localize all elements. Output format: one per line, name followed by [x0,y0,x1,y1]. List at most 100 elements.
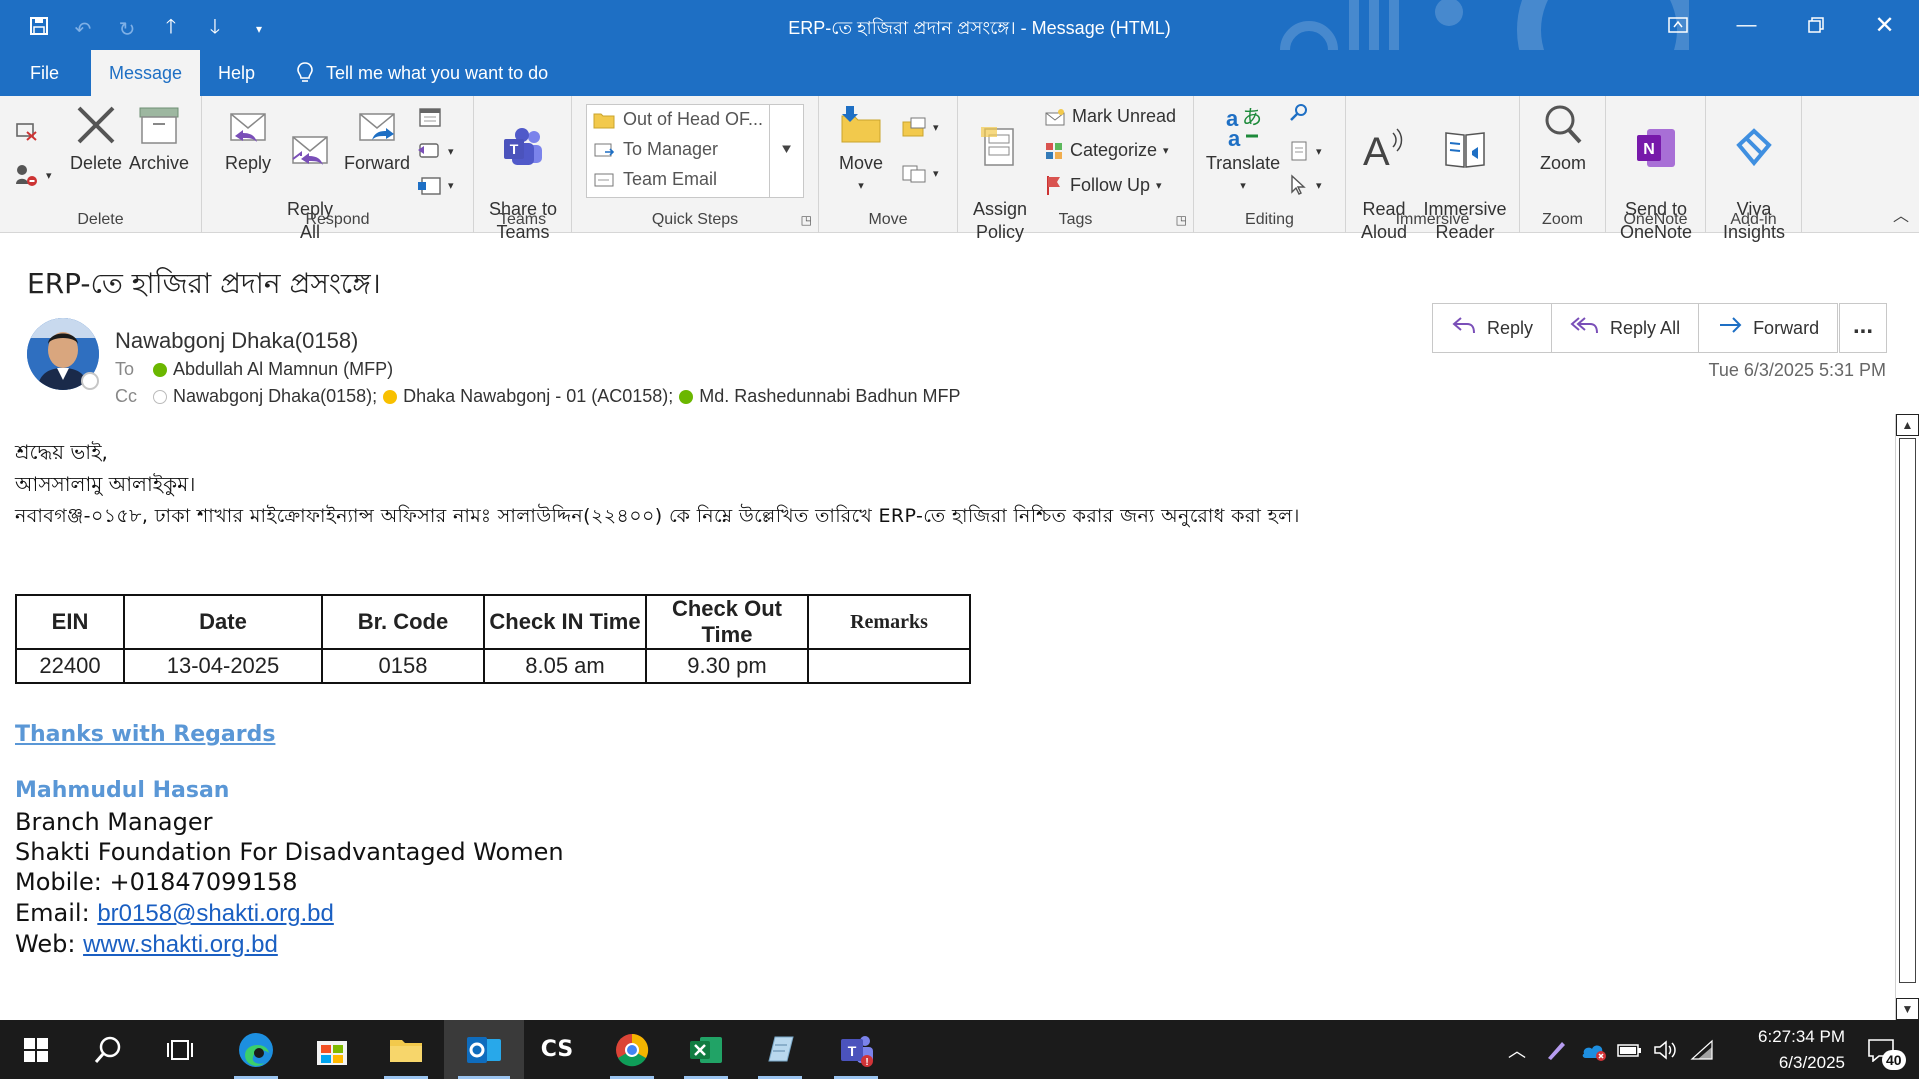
zoom-button[interactable]: Zoom [1530,102,1596,175]
web-link[interactable]: www.shakti.org.bd [83,931,278,958]
chrome-icon[interactable] [596,1020,668,1079]
scroll-thumb[interactable] [1899,438,1916,983]
battery-icon[interactable] [1616,1020,1642,1079]
quick-step-team-email[interactable]: Team Email [593,169,717,190]
categorize-button[interactable]: Categorize ▾ [1044,140,1169,161]
table-header-row: EIN Date Br. Code Check IN Time Check Ou… [15,594,971,650]
wifi-icon[interactable] [1690,1020,1714,1079]
tab-help[interactable]: Help [200,50,273,96]
collapse-ribbon-icon[interactable]: ︿ [1893,202,1909,226]
translate-button[interactable]: aあa Translate ▾ [1204,102,1282,198]
delete-button[interactable]: Delete [68,102,124,175]
magnifier-icon [1545,105,1582,144]
group-editing-label: Editing [1245,211,1294,228]
quick-steps-gallery: Out of Head OF... To Manager Team Email … [586,104,804,198]
scroll-up-icon[interactable]: ▲ [1896,414,1919,436]
minimize-icon[interactable]: — [1712,0,1781,50]
reply-arrow-icon [1451,314,1477,342]
outlook-icon[interactable] [444,1020,524,1079]
meeting-reply-button[interactable] [418,106,442,128]
reply-label: Reply [1487,317,1534,338]
cs-app-icon[interactable]: CS [520,1020,594,1079]
cc-recipient[interactable]: Md. Rashedunnabi Badhun MFP [699,386,960,407]
onedrive-icon[interactable] [1580,1020,1608,1079]
scroll-down-icon[interactable]: ▼ [1896,998,1919,1020]
show-hidden-icons-icon[interactable]: ︿ [1508,1020,1526,1079]
more-respond-button[interactable]: ▾ [416,174,454,196]
ignore-icon [16,123,37,141]
reply-all-icon [292,136,328,165]
archive-button[interactable]: Archive [128,102,190,175]
cc-recipient[interactable]: Dhaka Nawabgonj - 01 (AC0158); [403,386,673,407]
edge-icon[interactable] [220,1020,292,1079]
group-onenote-label: OneNote [1623,211,1688,228]
quick-step-to-manager[interactable]: To Manager [593,139,718,160]
email-link[interactable]: br0158@shakti.org.bd [97,900,334,927]
reply-label: Reply [224,153,272,173]
store-icon[interactable] [296,1020,368,1079]
quick-steps-more-icon[interactable]: ⯆ [769,105,803,197]
task-view-icon[interactable] [144,1020,216,1079]
mark-unread-button[interactable]: Mark Unread [1044,106,1176,127]
teams-icon[interactable]: T! [820,1020,892,1079]
forward-mail-icon [594,143,615,156]
reply-all-button[interactable]: Reply All [1552,304,1700,352]
viva-insights-icon [1736,128,1772,167]
ribbon-display-icon[interactable] [1643,0,1712,50]
start-icon[interactable] [0,1020,72,1079]
forward-button[interactable]: Forward [1699,304,1837,352]
cc-recipient[interactable]: Nawabgonj Dhaka(0158); [173,386,377,407]
vertical-scrollbar[interactable]: ▲ ▼ [1895,414,1919,1020]
svg-text:!: ! [865,1057,868,1067]
actions-button[interactable]: ▾ [901,162,939,184]
group-delete-label: Delete [77,211,124,228]
table-cell-check-in: 8.05 am [483,648,647,684]
clock[interactable]: 6:27:34 PM 6/3/2025 [1725,1024,1845,1076]
ribbon: ▾ Delete Archive Delete Reply Reply All … [0,96,1919,242]
dialog-launcher-icon[interactable]: ◳ [801,213,812,227]
cleanup-button[interactable]: ▾ [14,162,52,188]
cleanup-icon [16,165,37,186]
related-button[interactable]: ▾ [1288,140,1322,162]
mark-unread-label: Mark Unread [1072,106,1177,126]
cc-label: Cc [115,386,137,406]
pen-icon[interactable] [1544,1020,1568,1079]
table-header-branch-code: Br. Code [321,594,485,650]
select-button[interactable]: ▾ [1288,174,1322,196]
svg-text:T: T [848,1043,857,1059]
group-addin: Viva Insights Add-in [1706,96,1802,242]
svg-text:a: a [1228,126,1241,148]
find-button[interactable] [1288,102,1310,124]
presence-available-icon [679,389,694,404]
more-actions-button[interactable]: ... [1839,303,1887,353]
close-icon[interactable]: ✕ [1850,0,1919,50]
group-quick-steps-label: Quick Steps [651,211,739,228]
notifications-button[interactable]: 40 [1856,1020,1906,1079]
search-icon [1290,104,1307,121]
sender-name[interactable]: Nawabgonj Dhaka(0158) [115,328,358,354]
excel-icon[interactable] [670,1020,742,1079]
quick-step-out-of-head[interactable]: Out of Head OF... [593,109,763,130]
volume-icon[interactable] [1652,1020,1678,1079]
request-text: নবাবগঞ্জ-০১৫৮, ঢাকা শাখার মাইক্রোফাইন্যা… [15,505,1300,527]
ignore-button[interactable] [14,118,38,142]
taskbar: CS T! ︿ 6:27:34 PM 6/3/2025 40 [0,1020,1919,1079]
follow-up-button[interactable]: Follow Up ▾ [1044,174,1162,196]
to-recipient[interactable]: Abdullah Al Mamnun (MFP) [173,359,393,380]
restore-icon[interactable] [1781,0,1850,50]
group-respond: Reply Reply All Forward ▾ ▾ Respond [202,96,474,242]
file-explorer-icon[interactable] [370,1020,442,1079]
tell-me-search[interactable]: Tell me what you want to do [296,50,548,96]
move-button[interactable]: Move ▾ [829,102,893,198]
message-subject: ERP-তে হাজিরা প্রদান প্রসংঙ্গে। [27,267,381,300]
notepad-icon[interactable] [744,1020,816,1079]
forward-button[interactable]: Forward [342,102,412,175]
search-icon[interactable] [72,1020,144,1079]
im-reply-button[interactable]: ▾ [416,140,454,162]
tab-file[interactable]: File [12,50,77,96]
reply-button[interactable]: Reply [1433,304,1553,352]
tab-message[interactable]: Message [91,50,201,96]
forward-label: Forward [1753,317,1820,338]
rules-button[interactable]: ▾ [901,116,939,138]
reply-button[interactable]: Reply [220,102,276,175]
